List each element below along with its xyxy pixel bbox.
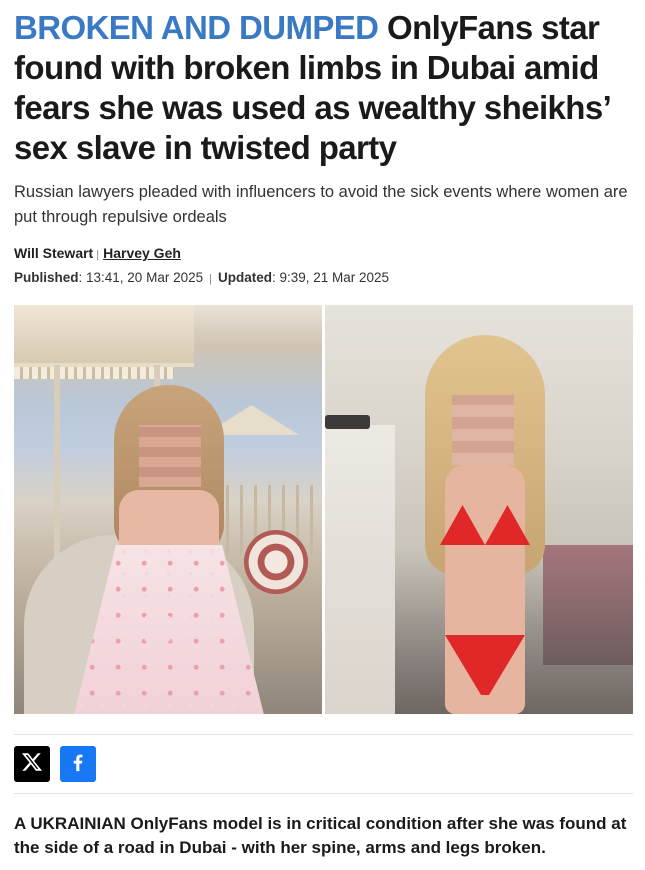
pixelated-face xyxy=(139,425,201,487)
article-lede: A UKRAINIAN OnlyFans model is in critica… xyxy=(14,814,627,857)
pixelated-face xyxy=(452,395,514,465)
article-page: BROKEN AND DUMPED OnlyFans star found wi… xyxy=(0,0,645,870)
hero-image[interactable] xyxy=(14,305,633,714)
headline-kicker: BROKEN AND DUMPED xyxy=(14,9,379,46)
headline: BROKEN AND DUMPED OnlyFans star found wi… xyxy=(14,0,631,168)
person-figure xyxy=(400,335,570,714)
published-date: : 13:41, 20 Mar 2025 xyxy=(78,270,204,285)
author-name: Will Stewart xyxy=(14,245,94,261)
person-figure xyxy=(74,385,264,714)
article-dates: Published: 13:41, 20 Mar 2025 | Updated: 9… xyxy=(14,268,631,289)
share-icons xyxy=(14,735,633,793)
standfirst: Russian lawyers pleaded with influencers… xyxy=(14,183,628,226)
byline-separator: | xyxy=(96,249,100,261)
canopy xyxy=(14,305,194,367)
ceiling-lamp xyxy=(325,415,370,429)
byline: Will Stewart | Harvey Geh xyxy=(14,243,631,265)
canopy-fringe xyxy=(14,367,174,379)
dates-separator: | xyxy=(209,273,212,285)
share-bar xyxy=(14,734,633,794)
x-share-button[interactable] xyxy=(14,746,50,782)
canopy-pole xyxy=(54,365,60,565)
wardrobe xyxy=(325,425,395,714)
facebook-share-button[interactable] xyxy=(60,746,96,782)
updated-label: Updated xyxy=(217,270,272,285)
updated-date: : 9:39, 21 Mar 2025 xyxy=(271,270,390,285)
x-icon xyxy=(21,751,43,778)
facebook-icon xyxy=(67,751,89,778)
cushion xyxy=(244,530,308,594)
floral-dress xyxy=(74,545,264,714)
hero-photo-left xyxy=(14,305,322,714)
published-label: Published xyxy=(14,270,79,285)
divider xyxy=(14,793,633,794)
author-link[interactable]: Harvey Geh xyxy=(103,245,181,261)
hero-photo-right xyxy=(325,305,633,714)
